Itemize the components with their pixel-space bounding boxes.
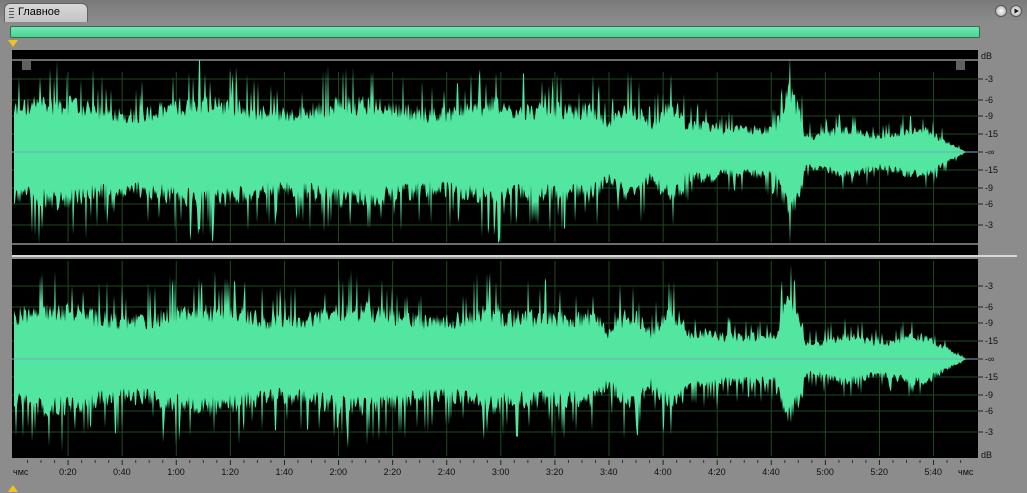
right-handle-icon[interactable] (956, 61, 965, 70)
db-tick-label: -15 (985, 336, 998, 346)
time-ruler[interactable] (10, 460, 1017, 485)
db-tick-label: -3 (985, 220, 993, 230)
time-tick-label: 4:00 (654, 467, 672, 477)
db-tick-label: -6 (985, 199, 993, 209)
tab-main[interactable]: Главное (4, 3, 88, 22)
db-unit-label: dB (981, 51, 992, 61)
time-tick-label: 2:40 (438, 467, 456, 477)
playhead-marker-bottom-icon[interactable] (8, 485, 18, 492)
time-start-label: чмс (13, 467, 29, 477)
db-scale-right: -3 -6 -9 -15 -∞ -15 -9 -6 -3 (978, 281, 998, 437)
time-tick-label: 3:20 (546, 467, 564, 477)
db-tick-label: -∞ (985, 354, 994, 364)
time-tick-label: 1:00 (167, 467, 185, 477)
db-unit-label-bottom: dB (981, 450, 992, 460)
corner-buttons (995, 3, 1023, 19)
left-handle-icon[interactable] (22, 61, 31, 70)
waveform-svg: -3-6-9-15-∞-15-9-6-3 -3-6-9-15-∞-15-9-6-… (10, 50, 1017, 485)
play-icon[interactable] (1010, 5, 1022, 17)
grip-icon[interactable] (9, 8, 14, 18)
time-tick-label: 5:20 (870, 467, 888, 477)
tab-bar: Главное (0, 0, 1027, 22)
db-scale-left: -3 -6 -9 -15 -∞ -15 -9 -6 -3 (978, 74, 998, 230)
overview-range-bar[interactable] (10, 26, 980, 38)
db-tick-label: -15 (985, 372, 998, 382)
time-tick-label: 0:20 (59, 467, 77, 477)
db-tick-label: -∞ (985, 147, 994, 157)
time-tick-label: 0:40 (113, 467, 131, 477)
time-tick-label: 3:00 (492, 467, 510, 477)
time-tick-label: 1:40 (275, 467, 293, 477)
db-tick-label: -3 (985, 427, 993, 437)
time-tick-label: 3:40 (600, 467, 618, 477)
time-end-label: чмс (958, 467, 974, 477)
options-icon[interactable] (995, 5, 1007, 17)
db-tick-label: -15 (985, 129, 998, 139)
time-tick-label: 4:20 (708, 467, 726, 477)
db-tick-label: -3 (985, 281, 993, 291)
time-tick-label: 5:00 (816, 467, 834, 477)
playhead-marker-top-icon[interactable] (8, 40, 18, 47)
time-tick-label: 5:40 (925, 467, 943, 477)
db-tick-label: -9 (985, 318, 993, 328)
db-tick-label: -3 (985, 74, 993, 84)
db-tick-label: -9 (985, 183, 993, 193)
tab-main-label: Главное (18, 6, 61, 18)
time-tick-label: 2:20 (384, 467, 402, 477)
db-tick-label: -15 (985, 165, 998, 175)
db-tick-label: -9 (985, 111, 993, 121)
db-tick-label: -9 (985, 390, 993, 400)
waveform-display[interactable]: -3 -6 -9 -15 -∞ -15 -9 -6 -3 -3 -6 -9 -15 -∞ -15 -9 -6-… (10, 48, 1017, 485)
time-tick-label: 4:40 (762, 467, 780, 477)
db-tick-label: -6 (985, 406, 993, 416)
waveform-editor-window: Главное -3 -6 -9 -15 -∞ -15 -9 -6 -3 -3 … (0, 0, 1027, 493)
db-tick-label: -6 (985, 302, 993, 312)
time-tick-label: 2:00 (330, 467, 348, 477)
db-tick-label: -6 (985, 95, 993, 105)
time-tick-label: 1:20 (221, 467, 239, 477)
